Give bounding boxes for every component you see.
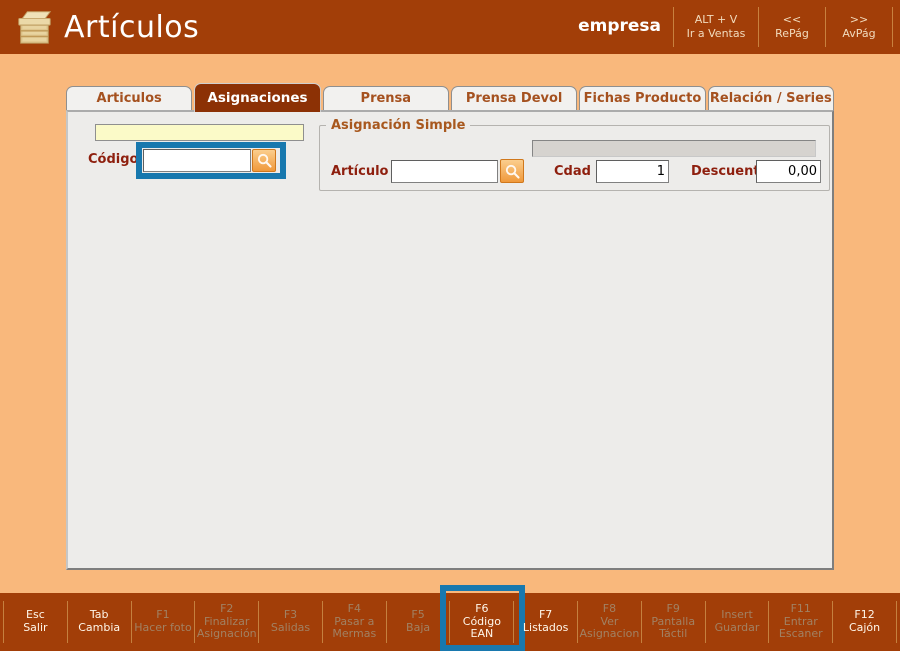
function-key[interactable]: F7 Listados bbox=[514, 593, 577, 651]
function-key[interactable]: F5 Baja bbox=[387, 593, 450, 651]
tab-label: Articulos bbox=[97, 91, 162, 106]
function-key[interactable]: F11 Entrar Escaner bbox=[769, 593, 832, 651]
function-key-label: Listados bbox=[523, 622, 568, 635]
tab-label: Fichas Producto bbox=[584, 91, 702, 106]
function-key-bar: Esc Salir Tab Cambia F1 Hacer foto F2 Fi… bbox=[0, 593, 900, 651]
function-bar-separator bbox=[896, 601, 897, 643]
function-key[interactable]: F12 Cajón bbox=[833, 593, 896, 651]
function-key-name: F2 bbox=[220, 603, 233, 616]
tab-label: Asignaciones bbox=[207, 90, 307, 106]
header-shortcut-button[interactable]: << RePág bbox=[759, 13, 825, 42]
function-key-name: F4 bbox=[348, 603, 361, 616]
function-key[interactable]: F4 Pasar a Mermas bbox=[323, 593, 386, 651]
function-key[interactable]: Esc Salir bbox=[4, 593, 67, 651]
tab[interactable]: Asignaciones bbox=[194, 83, 320, 112]
tab[interactable]: Prensa bbox=[323, 86, 449, 110]
function-key-label: Cambia bbox=[78, 622, 120, 635]
header-separator bbox=[892, 7, 893, 47]
tab-bar: Articulos Asignaciones Prensa Prensa Dev… bbox=[66, 83, 834, 110]
header-left: Artículos bbox=[0, 7, 578, 47]
function-key-label: Salidas bbox=[271, 622, 310, 635]
function-key[interactable]: Tab Cambia bbox=[68, 593, 131, 651]
function-key-label: Código EAN bbox=[451, 616, 513, 642]
function-key-label: Pantalla Táctil bbox=[642, 616, 704, 642]
function-key-name: F8 bbox=[603, 603, 616, 616]
function-key[interactable]: F8 Ver Asignacion bbox=[578, 593, 641, 651]
tab[interactable]: Articulos bbox=[66, 86, 192, 110]
function-key-label: Hacer foto bbox=[134, 622, 192, 635]
function-key-name: F11 bbox=[791, 603, 811, 616]
app-header: Artículos empresa ALT + V Ir a Ventas <<… bbox=[0, 0, 900, 54]
function-key-label: Finalizar Asignación bbox=[196, 616, 258, 642]
group-title: Asignación Simple bbox=[326, 118, 470, 133]
shortcut-key: ALT + V bbox=[674, 13, 758, 27]
header-shortcut-button[interactable]: >> AvPág bbox=[826, 13, 892, 42]
company-name: empresa bbox=[578, 16, 673, 38]
descuento-input[interactable] bbox=[756, 160, 821, 183]
function-key-name: F9 bbox=[667, 603, 680, 616]
search-icon bbox=[256, 152, 273, 169]
cdad-input[interactable] bbox=[596, 160, 669, 183]
function-key[interactable]: F6 Código EAN bbox=[450, 593, 513, 651]
articulo-description-field bbox=[532, 140, 816, 157]
function-key[interactable]: F1 Hacer foto bbox=[132, 593, 195, 651]
function-key[interactable]: F9 Pantalla Táctil bbox=[642, 593, 705, 651]
articulo-input[interactable] bbox=[391, 160, 498, 183]
content-panel: Código Asignación Simple Artículo Cda bbox=[66, 110, 834, 570]
tab-label: Prensa bbox=[361, 91, 412, 106]
tab[interactable]: Relación / Series bbox=[708, 86, 834, 110]
page-title: Artículos bbox=[64, 10, 199, 45]
articulo-search-button[interactable] bbox=[500, 159, 524, 183]
codigo-description-field bbox=[95, 124, 304, 141]
codigo-label: Código bbox=[88, 152, 138, 167]
codigo-highlight-box bbox=[136, 142, 286, 179]
asignacion-simple-group: Asignación Simple Artículo Cdad Descuent… bbox=[319, 118, 830, 191]
tab-label: Relación / Series bbox=[710, 91, 832, 106]
function-key-label: Guardar bbox=[715, 622, 760, 635]
tab-label: Prensa Devol bbox=[466, 91, 563, 106]
function-key-name: F6 bbox=[475, 603, 488, 616]
shortcut-label: Ir a Ventas bbox=[674, 27, 758, 41]
tab[interactable]: Fichas Producto bbox=[579, 86, 705, 110]
function-key-label: Entrar Escaner bbox=[770, 616, 832, 642]
cdad-label: Cdad bbox=[554, 164, 591, 179]
shortcut-key: << bbox=[759, 13, 825, 27]
function-key-label: Salir bbox=[23, 622, 47, 635]
search-icon bbox=[504, 163, 521, 180]
header-shortcuts: empresa ALT + V Ir a Ventas << RePág bbox=[578, 0, 900, 54]
function-key-label: Baja bbox=[406, 622, 430, 635]
function-key[interactable]: F2 Finalizar Asignación bbox=[195, 593, 258, 651]
tab[interactable]: Prensa Devol bbox=[451, 86, 577, 110]
function-key[interactable]: Insert Guardar bbox=[706, 593, 769, 651]
function-key-label: Cajón bbox=[849, 622, 880, 635]
function-key[interactable]: F3 Salidas bbox=[259, 593, 322, 651]
articulo-label: Artículo bbox=[331, 164, 389, 179]
shortcut-key: >> bbox=[826, 13, 892, 27]
header-shortcut-button[interactable]: ALT + V Ir a Ventas bbox=[674, 13, 758, 42]
crate-icon bbox=[14, 7, 54, 47]
shortcut-label: AvPág bbox=[826, 27, 892, 41]
function-key-label: Ver Asignacion bbox=[578, 616, 640, 642]
articulos-screen: Artículos empresa ALT + V Ir a Ventas <<… bbox=[0, 0, 900, 651]
function-key-label: Pasar a Mermas bbox=[323, 616, 385, 642]
codigo-input[interactable] bbox=[143, 149, 251, 172]
shortcut-label: RePág bbox=[759, 27, 825, 41]
codigo-search-button[interactable] bbox=[252, 149, 276, 172]
